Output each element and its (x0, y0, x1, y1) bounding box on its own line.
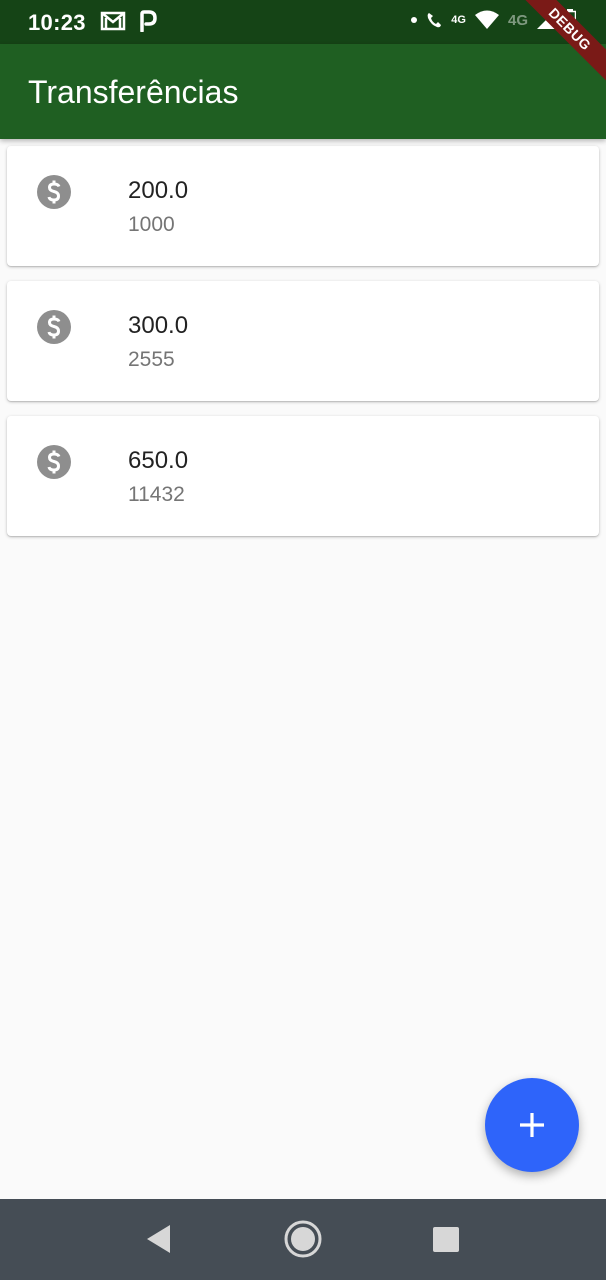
network-label-secondary: 4G (507, 11, 528, 29)
nav-recents-button[interactable] (431, 1219, 461, 1264)
transfer-value: 650.0 (128, 447, 189, 474)
dot-indicator-icon (411, 17, 418, 23)
wifi-icon (474, 10, 499, 29)
transfer-card[interactable]: 300.0 2555 (7, 281, 599, 401)
transfer-value: 300.0 (128, 312, 189, 339)
transfer-account: 2555 (128, 348, 175, 371)
monetization-icon (37, 445, 71, 479)
transfer-card[interactable]: 650.0 11432 (7, 416, 599, 536)
back-icon (147, 1225, 170, 1253)
recents-icon (433, 1227, 459, 1252)
transfer-card[interactable]: 200.0 1000 (7, 146, 599, 266)
nav-back-button[interactable] (143, 1219, 173, 1264)
status-left-icons (100, 10, 158, 32)
transfer-account: 11432 (128, 483, 185, 506)
add-icon (520, 1113, 544, 1137)
home-icon (284, 1220, 322, 1258)
transfer-list: 200.0 1000 300.0 2555 650.0 11432 (7, 146, 599, 551)
transfer-value: 200.0 (128, 177, 189, 204)
network-label-primary: 4G (451, 14, 466, 26)
nav-home-button[interactable] (283, 1219, 323, 1264)
monetization-icon (37, 175, 71, 209)
screen: 10:23 4G 4G DEBUG Transferências 200.0 1… (0, 0, 606, 1280)
page-title: Transferências (28, 74, 239, 110)
gmail-icon (100, 11, 126, 31)
system-nav-bar (0, 1199, 606, 1280)
wifi-calling-icon (427, 13, 442, 28)
monetization-icon (37, 310, 71, 344)
transfer-account: 1000 (128, 213, 175, 236)
status-bar: 10:23 4G 4G (0, 0, 606, 44)
status-time: 10:23 (28, 10, 86, 35)
app-bar: Transferências (0, 44, 606, 139)
parking-app-icon (140, 10, 157, 32)
add-transfer-button[interactable] (485, 1078, 579, 1172)
